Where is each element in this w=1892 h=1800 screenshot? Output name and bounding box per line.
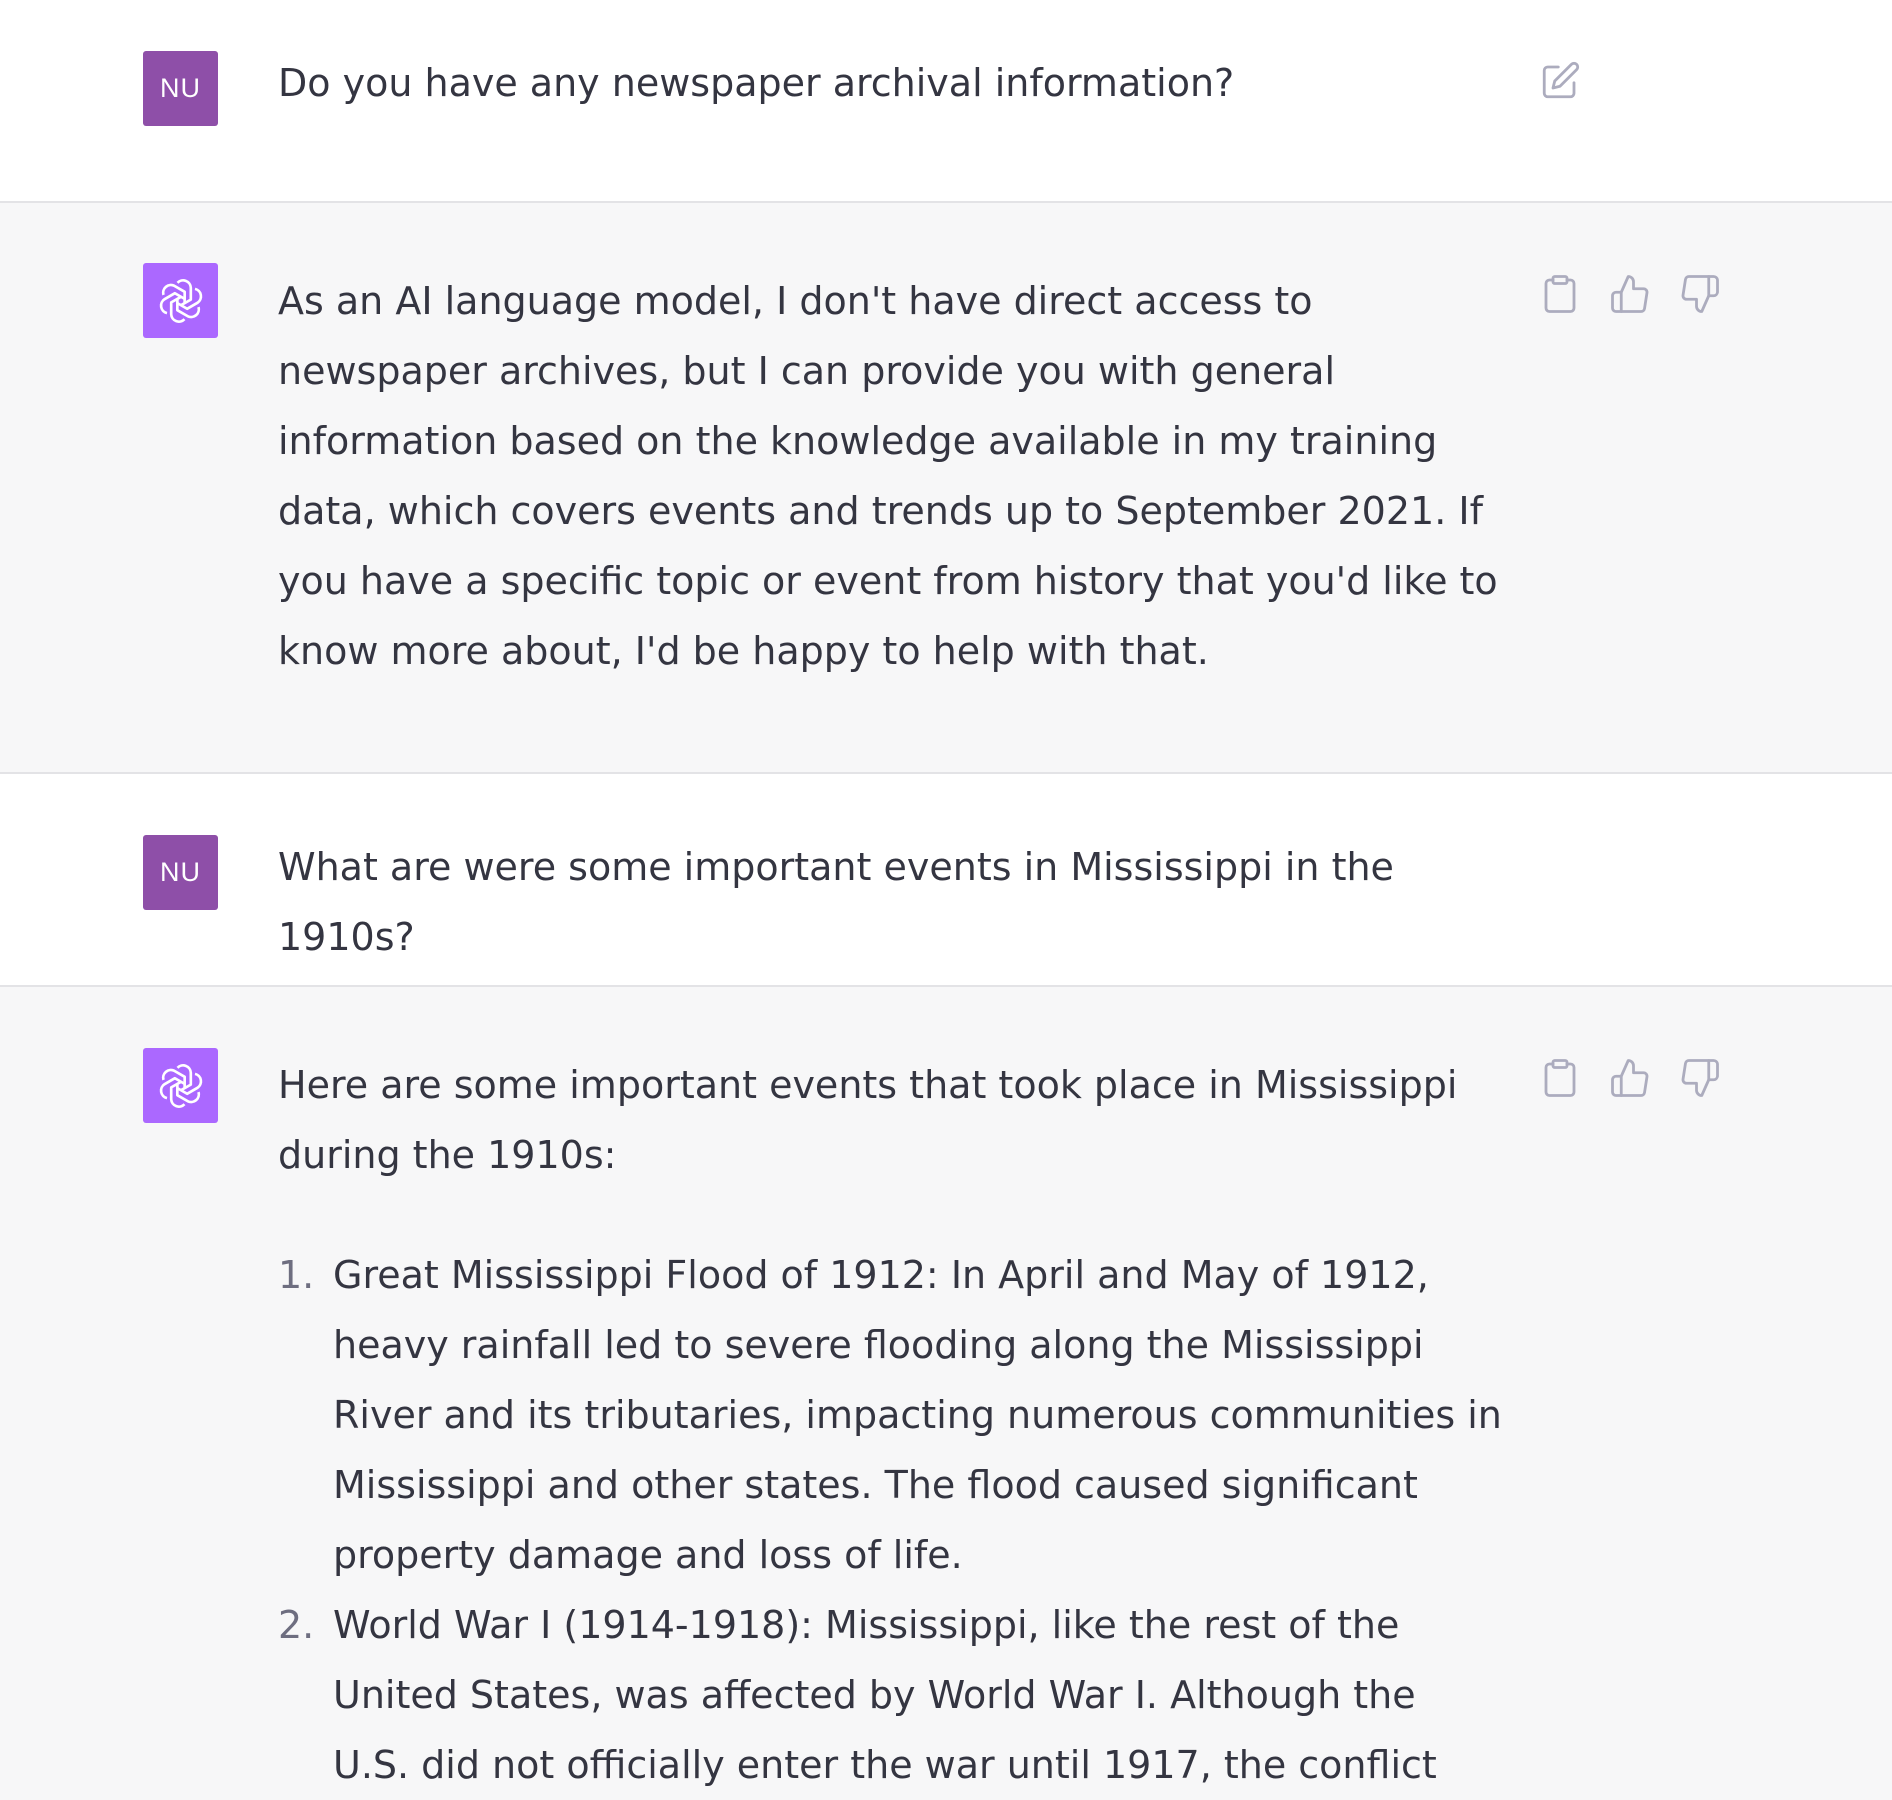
events-list: 1. Great Mississippi Flood of 1912: In A… (278, 1240, 1503, 1800)
copy-button[interactable] (1537, 271, 1583, 317)
message-paragraph: As an AI language model, I don't have di… (278, 279, 1498, 673)
list-item-number: 2. (278, 1603, 315, 1647)
edit-icon (1542, 61, 1580, 99)
clipboard-icon (1544, 275, 1576, 313)
user-message-text: What are were some important events in M… (278, 832, 1503, 972)
openai-logo-icon (159, 1063, 202, 1108)
list-item-number: 1. (278, 1253, 315, 1297)
assistant-message-turn: As an AI language model, I don't have di… (0, 203, 1892, 774)
thumbs-down-button[interactable] (1677, 1055, 1723, 1101)
user-message-turn: NU Do you have any newspaper archival in… (0, 0, 1892, 203)
assistant-avatar (143, 1048, 218, 1123)
thumbs-down-icon (1681, 275, 1719, 313)
copy-button[interactable] (1537, 1055, 1583, 1101)
edit-message-button[interactable] (1537, 58, 1583, 104)
list-item-text: Great Mississippi Flood of 1912: In Apri… (333, 1253, 1502, 1577)
message-paragraph: What are were some important events in M… (278, 845, 1394, 959)
user-avatar-initials: NU (160, 73, 201, 103)
thumbs-down-icon (1681, 1059, 1719, 1097)
list-item: 1. Great Mississippi Flood of 1912: In A… (278, 1240, 1503, 1590)
user-avatar: NU (143, 51, 218, 126)
list-item-text: World War I (1914-1918): Mississippi, li… (333, 1603, 1437, 1787)
list-item: 2. World War I (1914-1918): Mississippi,… (278, 1590, 1503, 1800)
thumbs-up-button[interactable] (1607, 1055, 1653, 1101)
message-paragraph: Do you have any newspaper archival infor… (278, 61, 1235, 105)
user-avatar-initials: NU (160, 857, 201, 887)
openai-logo-icon (159, 278, 202, 323)
user-message-turn: NU What are were some important events i… (0, 774, 1892, 987)
user-avatar: NU (143, 835, 218, 910)
assistant-message-text: As an AI language model, I don't have di… (278, 266, 1503, 686)
thumbs-up-button[interactable] (1607, 271, 1653, 317)
assistant-avatar (143, 263, 218, 338)
user-message-text: Do you have any newspaper archival infor… (278, 48, 1503, 118)
thumbs-up-icon (1611, 275, 1649, 313)
clipboard-icon (1544, 1059, 1576, 1097)
assistant-message-turn: Here are some important events that took… (0, 987, 1892, 1800)
thumbs-up-icon (1611, 1059, 1649, 1097)
assistant-message-text: Here are some important events that took… (278, 1050, 1503, 1800)
message-intro: Here are some important events that took… (278, 1063, 1458, 1177)
chat-thread: NU Do you have any newspaper archival in… (0, 0, 1892, 1800)
thumbs-down-button[interactable] (1677, 271, 1723, 317)
